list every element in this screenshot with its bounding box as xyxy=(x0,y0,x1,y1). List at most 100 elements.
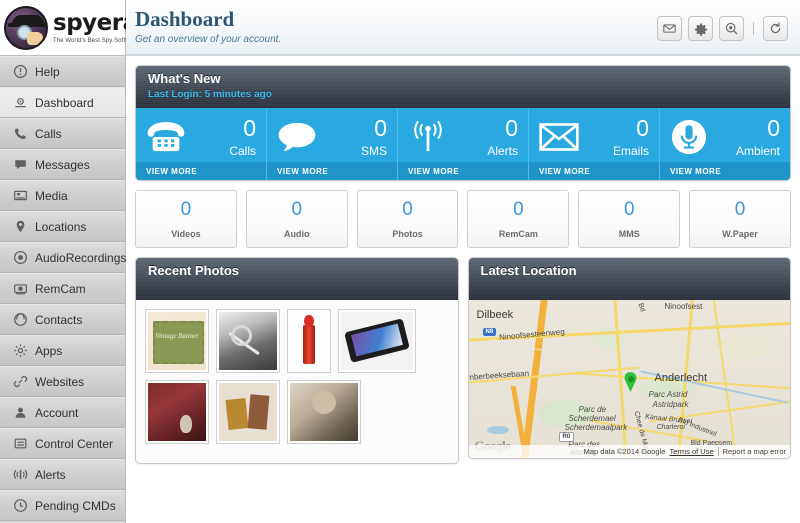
vintage-banner-thumbnail[interactable]: Vintage Banner xyxy=(145,309,209,373)
map-label: Parc de xyxy=(578,405,607,414)
sidebar-item-remcam[interactable]: RemCam xyxy=(0,273,125,304)
report-map-error-link[interactable]: Report a map error xyxy=(723,447,786,456)
phone-icon xyxy=(12,126,28,142)
map-label: Scherdemael xyxy=(568,414,616,423)
summary-tile-alerts[interactable]: 0 Alerts VIEW MORE xyxy=(398,108,529,180)
camera-icon xyxy=(12,281,28,297)
leather-bag-thumbnail[interactable] xyxy=(145,380,209,444)
sidebar-item-account[interactable]: Account xyxy=(0,397,125,428)
tablet-device-thumbnail[interactable] xyxy=(338,309,416,373)
sidebar-item-label: Help xyxy=(35,64,60,79)
sidebar-item-label: Locations xyxy=(35,219,87,234)
sidebar-item-label: Messages xyxy=(35,157,90,172)
sidebar-item-control-center[interactable]: Control Center xyxy=(0,428,125,459)
gear-icon[interactable] xyxy=(688,16,713,41)
refresh-icon[interactable] xyxy=(763,16,788,41)
search-icon[interactable] xyxy=(719,16,744,41)
stat-card-mms[interactable]: 0 MMS xyxy=(578,190,681,248)
map-label: Ninoofsest xyxy=(664,302,703,311)
stat-label: W.Paper xyxy=(722,228,758,239)
stat-card-w-paper[interactable]: 0 W.Paper xyxy=(689,190,791,248)
help-circle-icon xyxy=(12,64,28,80)
dashboard-page: spyera The World's Best Spy Software Hel… xyxy=(0,0,800,523)
sidebar-item-media[interactable]: Media xyxy=(0,180,125,211)
view-more-button[interactable]: VIEW MORE xyxy=(660,162,790,180)
map-canvas[interactable]: Dilbeek Anderlecht Ninoofsesteenweg Nino… xyxy=(468,300,790,458)
telephone-icon xyxy=(146,121,186,153)
user-icon xyxy=(12,405,28,421)
audio-disc-icon xyxy=(12,250,28,266)
stat-card-audio[interactable]: 0 Audio xyxy=(245,190,348,248)
view-more-button[interactable]: VIEW MORE xyxy=(136,162,266,180)
sidebar-item-label: RemCam xyxy=(35,281,86,296)
bottom-row: Recent Photos Vintage Banner Latest Loca… xyxy=(135,257,791,464)
dashboard-content: What's New Last Login: 5 minutes ago 0 Ca… xyxy=(126,56,800,464)
stat-card-remcam[interactable]: 0 RemCam xyxy=(467,190,570,248)
stat-card-videos[interactable]: 0 Videos xyxy=(135,190,237,248)
terms-of-use-link[interactable]: Terms of Use xyxy=(669,447,713,456)
sidebar: spyera The World's Best Spy Software Hel… xyxy=(0,0,139,523)
sidebar-item-messages[interactable]: Messages xyxy=(0,149,125,180)
mail-icon[interactable] xyxy=(657,16,682,41)
dashboard-icon xyxy=(12,95,28,111)
map-label: Dilbeek xyxy=(476,309,514,321)
recent-photos-title: Recent Photos xyxy=(148,263,240,278)
sidebar-item-label: Apps xyxy=(35,343,63,358)
speech-bubble-icon xyxy=(277,121,317,153)
summary-tile-calls[interactable]: 0 Calls VIEW MORE xyxy=(136,108,267,180)
brand-logo[interactable]: spyera The World's Best Spy Software xyxy=(0,0,139,56)
sidebar-item-label: Account xyxy=(35,405,79,420)
tile-count: 0 xyxy=(767,115,780,141)
black-white-tools-thumbnail[interactable] xyxy=(216,309,280,373)
view-more-button[interactable]: VIEW MORE xyxy=(267,162,397,180)
vintage-collage-thumbnail[interactable] xyxy=(216,380,280,444)
page-header: Dashboard Get an overview of your accoun… xyxy=(126,0,800,56)
stat-label: Audio xyxy=(283,228,310,239)
route-shield: N8 xyxy=(482,328,497,336)
stat-card-photos[interactable]: 0 Photos xyxy=(356,190,459,248)
photo-row: Vintage Banner xyxy=(145,309,449,373)
header-toolbar xyxy=(657,16,788,41)
summary-tile-emails[interactable]: 0 Emails VIEW MORE xyxy=(529,108,660,180)
sidebar-item-label: Contacts xyxy=(35,312,83,327)
image-icon xyxy=(12,188,28,204)
sidebar-item-websites[interactable]: Websites xyxy=(0,366,125,397)
stat-cards: 0 Videos 0 Audio 0 Photos 0 RemCam 0 MMS 0 W.Paper xyxy=(135,190,791,248)
summary-tile-sms[interactable]: 0 SMS VIEW MORE xyxy=(267,108,398,180)
main-area: Dashboard Get an overview of your accoun… xyxy=(126,0,800,523)
sidebar-item-alerts[interactable]: Alerts xyxy=(0,459,125,490)
sidebar-item-apps[interactable]: Apps xyxy=(0,335,125,366)
sidebar-item-audiorecordings[interactable]: AudioRecordings xyxy=(0,242,127,273)
recent-photos-header: Recent Photos xyxy=(136,258,458,300)
sidebar-nav: Help Dashboard Calls Messages Media Locations… xyxy=(0,56,127,521)
sidebar-item-label: Alerts xyxy=(35,467,66,482)
chat-bubble-icon xyxy=(12,157,28,173)
latest-location-column: Latest Location Dilbeek Anderlecht Ninoo… xyxy=(467,257,791,464)
map-data-attribution: Map data ©2014 Google xyxy=(583,447,666,456)
vintage-portrait-thumbnail[interactable] xyxy=(287,380,361,444)
sidebar-item-label: AudioRecordings xyxy=(35,250,127,265)
red-gas-pump-thumbnail[interactable] xyxy=(287,309,331,373)
summary-tile-ambient[interactable]: 0 Ambient VIEW MORE xyxy=(660,108,790,180)
microphone-icon xyxy=(670,118,708,156)
tile-label: Alerts xyxy=(487,144,518,158)
sidebar-item-calls[interactable]: Calls xyxy=(0,118,125,149)
sidebar-item-contacts[interactable]: Contacts xyxy=(0,304,125,335)
stat-label: Photos xyxy=(392,228,423,239)
recent-photos-body: Vintage Banner xyxy=(136,300,458,463)
view-more-button[interactable]: VIEW MORE xyxy=(398,162,528,180)
sidebar-item-dashboard[interactable]: Dashboard xyxy=(0,87,125,118)
map-label: Charleroi xyxy=(656,424,685,431)
stat-count: 0 xyxy=(734,198,746,220)
antenna-signal-icon xyxy=(408,121,448,153)
map-attribution-bar: Map data ©2014 Google Terms of Use Repor… xyxy=(468,445,790,458)
clock-icon xyxy=(12,498,28,514)
apps-gear-icon xyxy=(12,343,28,359)
summary-tiles: 0 Calls VIEW MORE 0 SMS VIEW MORE 0 Alerts VIEW … xyxy=(136,108,790,180)
sidebar-item-locations[interactable]: Locations xyxy=(0,211,125,242)
sidebar-item-label: Control Center xyxy=(35,436,114,451)
view-more-button[interactable]: VIEW MORE xyxy=(529,162,659,180)
stat-count: 0 xyxy=(513,198,524,220)
sidebar-item-help[interactable]: Help xyxy=(0,56,125,87)
sidebar-item-pending-cmds[interactable]: Pending CMDs xyxy=(0,490,125,521)
